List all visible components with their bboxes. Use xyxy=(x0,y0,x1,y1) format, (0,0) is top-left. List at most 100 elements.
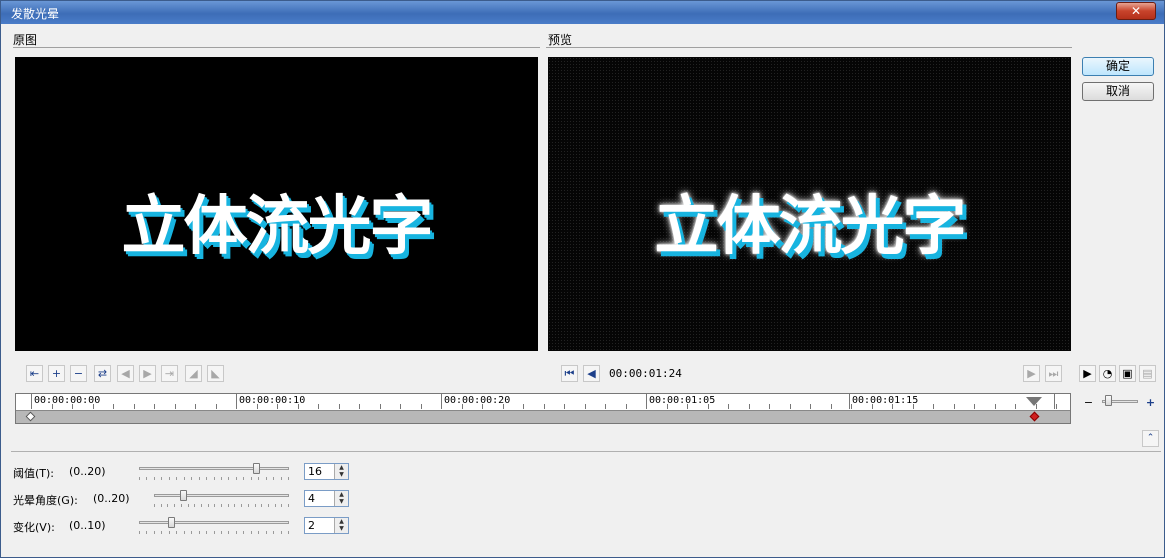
timeline-tick xyxy=(154,404,155,409)
monitor-icon[interactable]: ▣ xyxy=(1119,365,1136,382)
slider-tick xyxy=(191,477,192,480)
speed-icon[interactable]: ◔ xyxy=(1099,365,1116,382)
spin-down-icon[interactable]: ▼ xyxy=(335,525,348,532)
spin-down-icon[interactable]: ▼ xyxy=(335,498,348,505)
threshold-spinner[interactable]: 16 ▲ ▼ xyxy=(304,463,349,480)
timeline-tick xyxy=(831,404,832,409)
slider-tick xyxy=(206,477,207,480)
ease-in-icon[interactable]: ◢ xyxy=(185,365,202,382)
timeline-major-tick xyxy=(646,394,647,409)
slider-tick xyxy=(221,477,222,480)
close-button[interactable]: ✕ xyxy=(1116,2,1156,20)
threshold-slider[interactable] xyxy=(139,467,289,470)
timeline-tick xyxy=(318,404,319,409)
slider-tick xyxy=(273,477,274,480)
slider-tick xyxy=(228,504,229,507)
window-title: 发散光晕 xyxy=(11,7,60,21)
close-icon[interactable]: ✕ xyxy=(1131,4,1141,18)
timeline-tick xyxy=(995,404,996,409)
timeline-tick xyxy=(134,404,135,409)
variation-slider-thumb[interactable] xyxy=(168,517,175,528)
playhead-icon[interactable] xyxy=(1026,397,1042,406)
next-keyframe-icon[interactable]: ▶ xyxy=(139,365,156,382)
spin-up-icon[interactable]: ▲ xyxy=(335,518,348,525)
slider-tick xyxy=(255,504,256,507)
timeline-major-tick xyxy=(31,394,32,409)
halo-angle-slider-thumb[interactable] xyxy=(180,490,187,501)
variation-slider[interactable] xyxy=(139,521,289,524)
preview-next-frame-icon[interactable]: ▶ xyxy=(1023,365,1040,382)
slider-tick xyxy=(221,531,222,534)
ease-out-icon[interactable]: ◣ xyxy=(207,365,224,382)
original-label: 原图 xyxy=(13,33,38,47)
export-icon[interactable]: ▤ xyxy=(1139,365,1156,382)
slider-tick xyxy=(154,504,155,507)
timeline-tick xyxy=(626,404,627,409)
slider-tick xyxy=(181,504,182,507)
dialog-window: 发散光晕 ✕ 原图 立体流光字 预览 立体流光字 确定 取消 ⇤ + − ⇄ ◀… xyxy=(0,0,1165,558)
preview-start-icon[interactable]: ⏮ xyxy=(561,365,578,382)
slider-tick xyxy=(154,531,155,534)
original-video-text: 立体流光字 xyxy=(121,190,434,264)
timeline-tick xyxy=(790,404,791,409)
slider-tick xyxy=(214,477,215,480)
zoom-in-icon[interactable]: + xyxy=(1142,395,1159,412)
slider-tick xyxy=(174,504,175,507)
timeline-tick xyxy=(380,404,381,409)
slider-tick xyxy=(258,531,259,534)
remove-keyframe-icon[interactable]: − xyxy=(70,365,87,382)
spin-up-icon[interactable]: ▲ xyxy=(335,491,348,498)
reverse-keyframes-icon[interactable]: ⇄ xyxy=(94,365,111,382)
ok-button[interactable]: 确定 xyxy=(1082,57,1154,76)
halo-angle-slider[interactable] xyxy=(154,494,289,497)
goto-end-icon[interactable]: ⇥ xyxy=(161,365,178,382)
variation-slider-ticks xyxy=(139,531,289,535)
timeline-tick xyxy=(585,404,586,409)
slider-tick xyxy=(243,477,244,480)
add-keyframe-icon[interactable]: + xyxy=(48,365,65,382)
spin-down-icon[interactable]: ▼ xyxy=(335,471,348,478)
slider-tick xyxy=(176,477,177,480)
threshold-slider-thumb[interactable] xyxy=(253,463,260,474)
slider-tick xyxy=(248,504,249,507)
halo-angle-spinner[interactable]: 4 ▲ ▼ xyxy=(304,490,349,507)
original-divider xyxy=(13,47,540,48)
timeline-label: 00:00:00:20 xyxy=(444,395,511,406)
prev-keyframe-icon[interactable]: ◀ xyxy=(117,365,134,382)
slider-tick xyxy=(251,531,252,534)
preview-end-icon[interactable]: ⏭ xyxy=(1045,365,1062,382)
halo-angle-value[interactable]: 4 xyxy=(308,492,315,505)
timeline-tick xyxy=(421,404,422,409)
timeline[interactable]: 00:00:00:00 00:00:00:10 00:00:00:20 00:0… xyxy=(15,393,1071,424)
threshold-slider-ticks xyxy=(139,477,289,481)
preview-video-text: 立体流光字 xyxy=(654,190,967,264)
variation-value[interactable]: 2 xyxy=(308,519,315,532)
timeline-tick xyxy=(544,404,545,409)
timeline-tick xyxy=(974,404,975,409)
variation-spinner[interactable]: 2 ▲ ▼ xyxy=(304,517,349,534)
collapse-icon[interactable]: ⌃ xyxy=(1142,430,1159,447)
play-icon[interactable]: ▶ xyxy=(1079,365,1096,382)
param-label-threshold: 阈值(T): xyxy=(13,467,55,480)
spin-up-icon[interactable]: ▲ xyxy=(335,464,348,471)
original-view: 立体流光字 xyxy=(15,57,538,351)
timeline-tick xyxy=(400,404,401,409)
timeline-tick xyxy=(769,404,770,409)
timeline-label: 00:00:00:00 xyxy=(34,395,101,406)
timeline-major-tick xyxy=(441,394,442,409)
cancel-button[interactable]: 取消 xyxy=(1082,82,1154,101)
zoom-slider-thumb[interactable] xyxy=(1105,395,1112,406)
timeline-tick xyxy=(523,404,524,409)
keyframe-track[interactable] xyxy=(16,410,1070,423)
param-range-variation: (0..10) xyxy=(69,519,106,532)
zoom-out-icon[interactable]: − xyxy=(1080,395,1097,412)
slider-tick xyxy=(281,504,282,507)
preview-prev-frame-icon[interactable]: ◀ xyxy=(583,365,600,382)
goto-start-icon[interactable]: ⇤ xyxy=(26,365,43,382)
slider-tick xyxy=(184,477,185,480)
timeline-tick xyxy=(216,404,217,409)
threshold-value[interactable]: 16 xyxy=(308,465,322,478)
slider-tick xyxy=(154,477,155,480)
timeline-tick xyxy=(1015,404,1016,409)
slider-tick xyxy=(167,504,168,507)
